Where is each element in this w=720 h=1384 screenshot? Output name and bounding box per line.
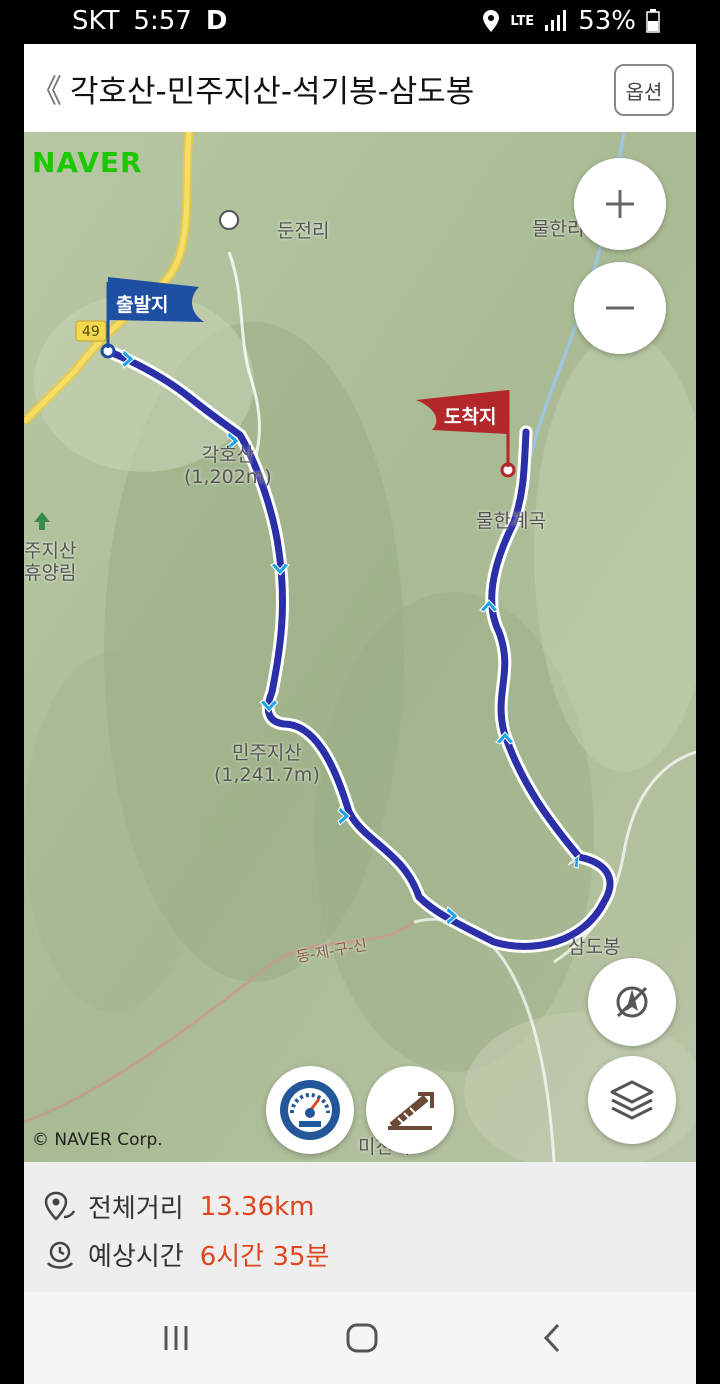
recent-apps-button[interactable]: [146, 1316, 206, 1360]
naver-logo: NAVER: [32, 146, 143, 179]
app-header: 《 각호산-민주지산-석기봉-삼도봉 옵션: [24, 44, 696, 133]
battery-icon: [646, 9, 660, 33]
speed-gauge-button[interactable]: [266, 1066, 354, 1154]
home-icon: [346, 1323, 378, 1353]
elevation-button[interactable]: [366, 1066, 454, 1154]
signal-icon: [545, 10, 567, 31]
app-indicator-icon: D: [205, 6, 228, 36]
status-right: LTE 53%: [482, 6, 660, 36]
place-label: 주지산 휴양림: [24, 540, 76, 584]
zoom-in-button[interactable]: [574, 158, 666, 250]
clock-location-icon: [46, 1241, 74, 1269]
peak-name: 각호산: [201, 444, 255, 466]
route-distance-icon: [44, 1191, 76, 1221]
speedometer-icon: [280, 1080, 340, 1140]
time-label: 예상시간: [88, 1242, 184, 1272]
battery-percent: 53%: [578, 6, 636, 36]
map-view[interactable]: NAVER 둔전리 물한리 각호산 (1,202m) 민주지산 (1,241.7…: [24, 132, 696, 1162]
layers-button[interactable]: [588, 1056, 676, 1144]
time-row: 예상시간 6시간 35분: [44, 1236, 329, 1273]
location-icon: [483, 10, 500, 32]
place-label: 둔전리: [277, 220, 330, 242]
compass-off-icon: [616, 986, 648, 1018]
layers-icon: [610, 1080, 654, 1120]
carrier-label: SKT: [72, 6, 120, 36]
start-flag-label: 출발지: [116, 294, 169, 316]
peak-label: 민주지산 (1,241.7m): [214, 742, 320, 786]
minus-icon: [606, 306, 634, 310]
options-button[interactable]: 옵션: [614, 64, 674, 116]
distance-label: 전체거리: [88, 1194, 184, 1224]
back-icon: [543, 1323, 560, 1353]
network-type: LTE: [510, 13, 535, 29]
peak-label: 각호산 (1,202m): [184, 444, 272, 488]
forest-name-line1: 주지산: [24, 540, 77, 562]
status-bar: SKT 5:57 D LTE 53%: [0, 0, 720, 44]
page-title: 각호산-민주지산-석기봉-삼도봉: [70, 74, 475, 110]
zoom-out-button[interactable]: [574, 262, 666, 354]
route-info-panel: 전체거리 13.36km 예상시간 6시간 35분: [24, 1162, 696, 1292]
clock: 5:57: [133, 6, 192, 36]
place-label: 삼도봉: [568, 936, 621, 958]
distance-row: 전체거리 13.36km: [44, 1188, 315, 1225]
app-frame: 《 각호산-민주지산-석기봉-삼도봉 옵션 NAVER 둔전리 물한리 각호산 …: [24, 44, 696, 1384]
distance-value: 13.36km: [199, 1191, 315, 1222]
home-button[interactable]: [332, 1316, 392, 1360]
place-label: 물한계곡: [476, 510, 546, 532]
peak-height: (1,202m): [184, 466, 272, 488]
end-flag-label: 도착지: [444, 406, 497, 428]
plus-icon: [606, 190, 634, 218]
peak-height: (1,241.7m): [214, 764, 320, 786]
forest-name-line2: 휴양림: [24, 562, 77, 584]
compass-button[interactable]: [588, 958, 676, 1046]
peak-name: 민주지산: [231, 742, 302, 764]
system-nav-bar: [24, 1292, 696, 1384]
elevation-profile-icon: [388, 1092, 434, 1130]
chevron-left-icon[interactable]: 《: [30, 66, 62, 112]
back-button[interactable]: [522, 1316, 582, 1360]
status-left: SKT 5:57 D: [72, 6, 227, 36]
road-number: 49: [82, 324, 100, 340]
map-copyright: © NAVER Corp.: [32, 1130, 163, 1150]
time-value: 6시간 35분: [199, 1242, 330, 1272]
recent-apps-icon: [164, 1326, 188, 1350]
